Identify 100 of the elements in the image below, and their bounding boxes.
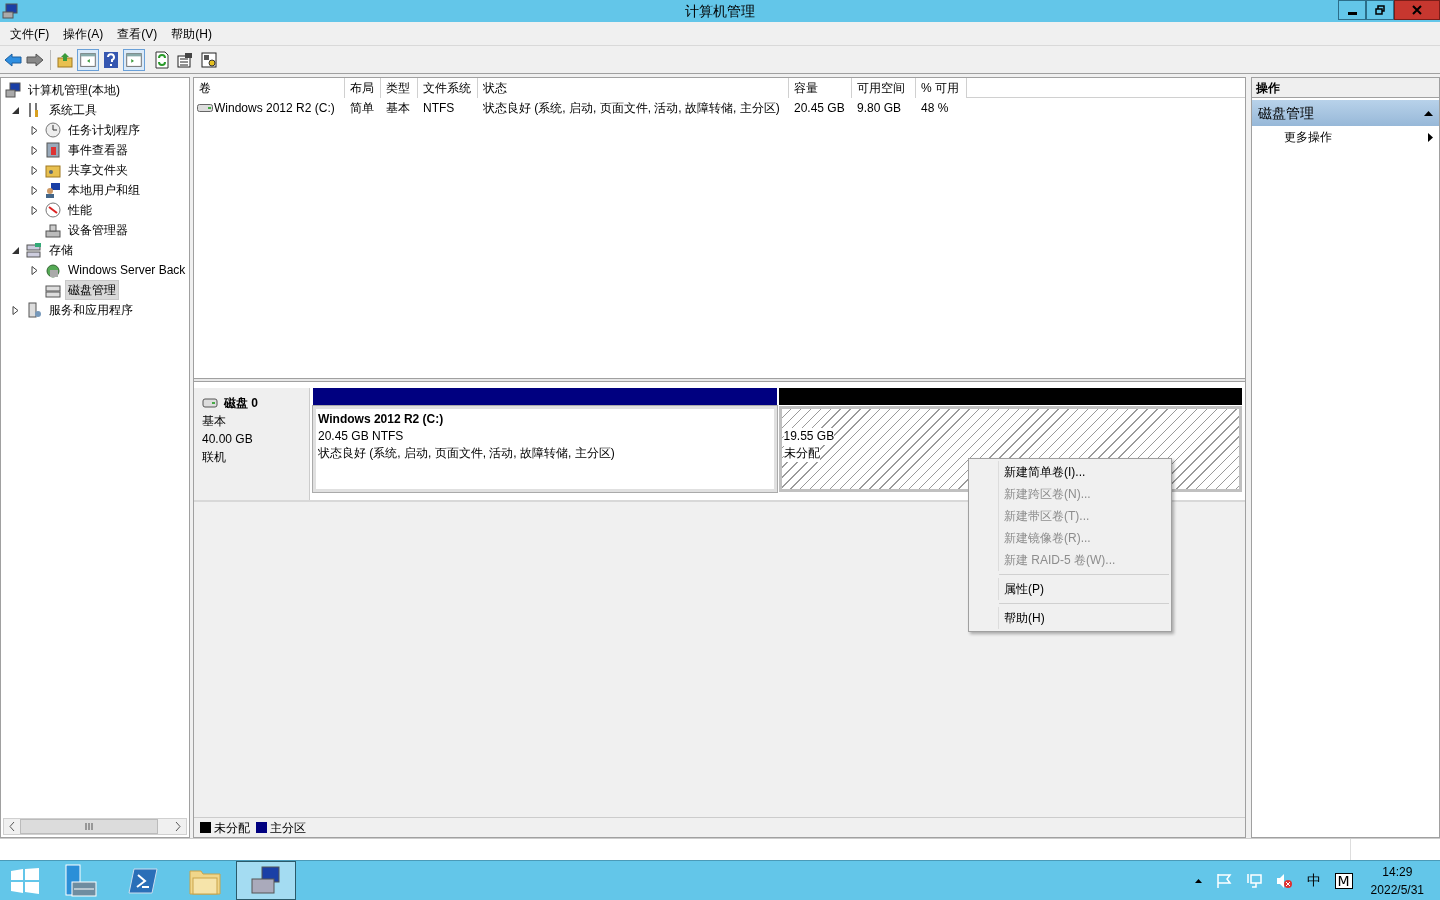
tray-expand-arrow-icon[interactable] [1194,878,1202,883]
partition-size: 19.55 GB [783,428,835,445]
submenu-arrow-icon [1428,132,1433,142]
clock[interactable]: 14:29 2022/5/31 [1370,862,1424,899]
disk-size: 40.00 GB [202,431,254,448]
table-cell-text: 状态良好 (系统, 启动, 页面文件, 活动, 故障转储, 主分区) [483,100,780,117]
book-icon [45,142,61,158]
table-cell-text: 20.45 GB [794,100,845,117]
table-cell-text: 48 % [921,100,949,117]
actions-section-title: 磁盘管理 [1258,103,1314,123]
tree-item[interactable]: 磁盘管理 [65,280,119,300]
disk-status: 联机 [202,449,227,466]
legend-label: 主分区 [270,819,306,837]
app-icon [2,3,18,19]
collapsed-arrow-icon[interactable] [30,165,39,175]
column-header[interactable]: 容量 [789,78,852,98]
tree-item[interactable]: 任务计划程序 [65,120,143,140]
server-icon [26,302,42,318]
table-cell-text: 简单 [350,100,374,117]
column-header[interactable]: 可用空间 [852,78,916,98]
tree-item[interactable]: 共享文件夹 [65,160,131,180]
collapsed-arrow-icon[interactable] [30,125,39,135]
grip-icon[interactable] [85,823,93,830]
back-arrow-icon[interactable] [4,51,22,68]
context-menu-item[interactable]: 新建简单卷(I)... [998,461,1171,483]
folder-up-icon[interactable] [57,51,73,68]
partition-status: 状态良好 (系统, 启动, 页面文件, 活动, 故障转储, 主分区) [318,445,616,462]
collapse-arrow-icon[interactable] [1424,110,1433,116]
taskbar-item[interactable] [236,861,296,900]
column-header[interactable]: 类型 [381,78,418,98]
collapsed-arrow-icon[interactable] [30,265,39,275]
partition-box[interactable]: Windows 2012 R2 (C:) 20.45 GB NTFS 状态良好 (系统, 启动, 页面文件, 活动, 故障转储, 主分区) [313,406,777,492]
tree-item[interactable]: 性能 [65,200,95,220]
context-menu-item[interactable]: 属性(P) [998,578,1171,600]
settings-icon[interactable] [201,51,217,68]
device-icon [45,222,61,238]
tree-item[interactable]: 设备管理器 [65,220,131,240]
forward-arrow-icon[interactable] [26,51,44,68]
tree-item[interactable]: 系统工具 [46,100,100,120]
input-mode-indicator[interactable]: M [1334,872,1353,889]
collapsed-arrow-icon[interactable] [30,145,39,155]
collapsed-arrow-icon[interactable] [11,305,20,315]
action-label: 更多操作 [1284,129,1332,146]
column-header[interactable]: 卷 [194,78,345,98]
clock-icon [45,122,61,138]
window-title: 计算机管理 [685,1,755,21]
users-icon [45,182,61,198]
action-item[interactable]: 更多操作 [1252,126,1439,148]
restore-icon [1375,5,1385,15]
collapsed-arrow-icon[interactable] [30,185,39,195]
tree-item[interactable]: Windows Server Back [65,260,189,280]
table-cell-text: 基本 [386,100,410,117]
horizontal-scrollbar[interactable] [3,818,187,835]
context-menu-item[interactable]: 帮助(H) [998,607,1171,629]
legend-label: 未分配 [214,819,250,837]
tree-item[interactable]: 服务和应用程序 [46,300,136,320]
partition-size: 20.45 GB NTFS [318,428,405,445]
tree-item[interactable]: 存储 [46,240,76,260]
expanded-arrow-icon[interactable] [11,105,20,115]
input-method-indicator[interactable]: 中 [1306,870,1321,891]
computer-toolbox-icon [250,864,282,897]
column-header[interactable]: % 可用 [916,78,967,98]
actions-section-header[interactable]: 磁盘管理 [1252,100,1439,126]
tree-item[interactable]: 本地用户和组 [65,180,143,200]
table-cell-text: Windows 2012 R2 (C:) [214,100,335,117]
partition-status: 未分配 [783,445,820,462]
properties-icon[interactable] [177,51,193,68]
menu-item[interactable]: 操作(A) [57,23,110,44]
windows-logo-icon [11,867,39,894]
partition-title: Windows 2012 R2 (C:) [318,411,445,428]
drive-icon [197,104,213,112]
column-header[interactable]: 文件系统 [418,78,478,98]
storage-icon [26,242,42,258]
close-icon [1412,5,1422,15]
clock-date: 2022/5/31 [1370,881,1424,899]
close-button[interactable] [1394,0,1440,20]
disk-type: 基本 [202,413,227,430]
actions-header: 操作 [1252,78,1439,98]
collapsed-arrow-icon[interactable] [30,205,39,215]
menu-item[interactable]: 查看(V) [111,23,164,44]
disk-name: 磁盘 0 [224,395,258,412]
column-header[interactable]: 状态 [478,78,789,98]
tree-item[interactable]: 事件查看器 [65,140,131,160]
panel-toggle-icon[interactable] [77,48,99,71]
computer-icon [5,82,21,98]
menu-item[interactable]: 文件(F) [4,23,56,44]
restore-button[interactable] [1366,0,1394,20]
column-header[interactable]: 布局 [345,78,381,98]
refresh-icon[interactable] [155,50,169,69]
panel-toggle-icon[interactable] [123,48,145,71]
muted-speaker-icon[interactable] [1275,872,1293,889]
menu-item[interactable]: 帮助(H) [165,23,218,44]
table-cell-text: 9.80 GB [857,100,902,117]
help-icon[interactable] [103,50,119,69]
powershell-icon [128,867,158,894]
minimize-button[interactable] [1338,0,1366,20]
disk-drive-icon [45,282,61,298]
server-manager-icon [64,863,98,898]
tree-item[interactable]: 计算机管理(本地) [25,80,123,100]
expanded-arrow-icon[interactable] [11,245,20,255]
